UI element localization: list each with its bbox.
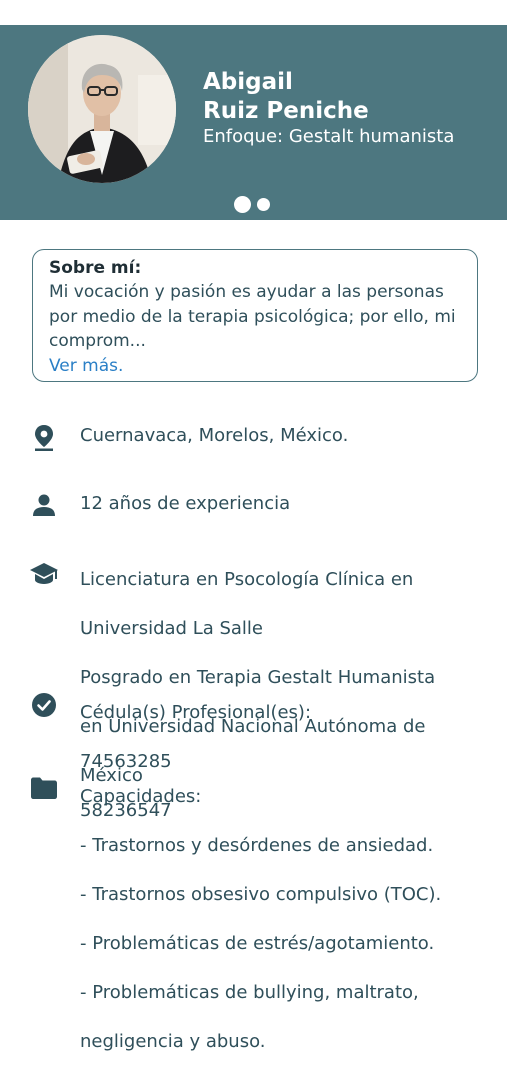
about-title: Sobre mí: bbox=[49, 258, 142, 278]
education-line: Universidad La Salle bbox=[80, 617, 264, 639]
capability-item: - Problemáticas de bullying, maltrato, bbox=[80, 981, 419, 1003]
carousel-dot[interactable] bbox=[257, 198, 270, 211]
profile-header: Abigail Ruiz Peniche Enfoque: Gestalt hu… bbox=[0, 25, 507, 220]
capability-item: negligencia y abuso. bbox=[80, 1030, 266, 1052]
avatar-photo bbox=[28, 35, 176, 183]
carousel-dot-active[interactable] bbox=[234, 196, 251, 213]
location-text: Cuernavaca, Morelos, México. bbox=[80, 425, 349, 446]
see-more-link[interactable]: Ver más. bbox=[49, 354, 461, 378]
therapy-focus: Enfoque: Gestalt humanista bbox=[203, 126, 455, 147]
therapist-name: Abigail Ruiz Peniche bbox=[203, 68, 369, 126]
about-card: Sobre mí: Mi vocación y pasión es ayudar… bbox=[32, 249, 478, 382]
license-title: Cédula(s) Profesional(es): bbox=[80, 701, 312, 723]
capability-item: - Problemáticas de estrés/agotamiento. bbox=[80, 932, 435, 954]
check-circle-icon bbox=[30, 693, 58, 717]
name-line-2: Ruiz Peniche bbox=[203, 98, 369, 124]
avatar bbox=[28, 35, 176, 183]
education-line: Licenciatura en Psocología Clínica en bbox=[80, 568, 414, 590]
capabilities-text: Capacidades: - Trastornos y desórdenes d… bbox=[80, 760, 441, 1079]
person-icon bbox=[30, 494, 58, 516]
capabilities-title: Capacidades: bbox=[80, 785, 202, 807]
capability-item: - Trastornos y desórdenes de ansiedad. bbox=[80, 834, 434, 856]
location-pin-icon bbox=[30, 425, 58, 451]
graduation-cap-icon bbox=[30, 563, 58, 585]
name-line-1: Abigail bbox=[203, 69, 293, 95]
carousel-indicator bbox=[234, 196, 270, 213]
experience-text: 12 años de experiencia bbox=[80, 493, 291, 514]
folder-icon bbox=[30, 777, 58, 799]
capability-item: - Trastornos obsesivo compulsivo (TOC). bbox=[80, 883, 442, 905]
about-text: Mi vocación y pasión es ayudar a las per… bbox=[49, 282, 456, 351]
